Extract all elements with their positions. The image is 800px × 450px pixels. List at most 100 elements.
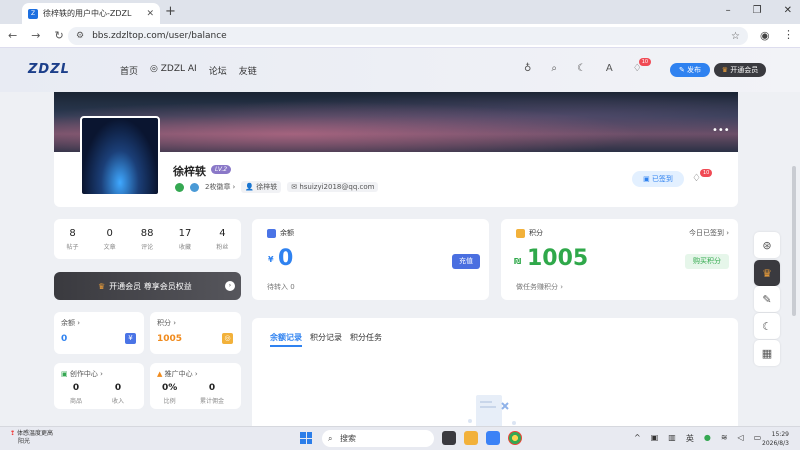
back-icon[interactable]: ←: [8, 29, 17, 42]
tray-app-icon[interactable]: ▥: [668, 433, 676, 444]
creator-center-title: ▣ 创作中心 ›: [61, 370, 103, 378]
close-window-icon[interactable]: ✕: [784, 5, 792, 16]
reload-icon[interactable]: ↻: [54, 29, 63, 42]
avatar[interactable]: [80, 116, 160, 196]
crown-icon[interactable]: ♛: [754, 260, 780, 286]
promo-ratio: 0% 比例: [162, 383, 178, 405]
wallet-icon: [267, 228, 276, 238]
weather-widget[interactable]: ❢ 体感温度更高 阳光: [10, 430, 53, 446]
earn-points-link[interactable]: 做任务赚积分 ›: [516, 282, 563, 292]
minimize-icon[interactable]: –: [726, 5, 731, 16]
search-icon[interactable]: ⌕: [551, 63, 557, 74]
close-tab-icon[interactable]: ✕: [146, 9, 154, 19]
promotion-center-card[interactable]: ▲ 推广中心 › 0% 比例 0 累计佣金: [150, 363, 241, 409]
mini-balance-card[interactable]: 余额 › 0 ¥: [54, 312, 144, 354]
lightbulb-icon[interactable]: ♁: [524, 63, 531, 74]
nickname-chip: 👤 徐梓轶: [241, 181, 282, 193]
browser-menu-icon[interactable]: ⋮: [783, 28, 794, 41]
tray-app-icon[interactable]: ●: [704, 433, 711, 444]
tab-title: 徐梓轶的用户中心-ZDZL: [43, 9, 132, 18]
coins-icon: ◎: [222, 333, 233, 344]
vip-banner[interactable]: ♛ 开通会员 尊享会员权益 ›: [54, 272, 241, 300]
points-amount: 1005: [527, 246, 589, 271]
app-icon[interactable]: [486, 431, 500, 445]
browser-tab[interactable]: Z 徐梓轶的用户中心-ZDZL ✕: [22, 3, 160, 24]
more-options-icon[interactable]: •••: [712, 125, 730, 136]
badges-link[interactable]: 2枚徽章: [205, 182, 230, 192]
start-menu-icon[interactable]: [300, 432, 312, 444]
header-icons: ♁ ⌕ ☾ A ♢ 10: [524, 58, 652, 74]
bookmark-star-icon[interactable]: ☆: [731, 31, 740, 42]
balance-amount: 0: [278, 246, 294, 271]
notification-bell-icon[interactable]: ♢ 10: [633, 58, 652, 74]
tab-points-records[interactable]: 积分记录: [310, 332, 342, 347]
stat-comments[interactable]: 88 评论: [141, 228, 154, 251]
points-title: 积分: [516, 228, 543, 238]
creator-center-card[interactable]: ▣ 创作中心 › 0 商品 0 收入: [54, 363, 144, 409]
stat-articles[interactable]: 0 文章: [104, 228, 116, 251]
buy-points-button[interactable]: 购买积分: [685, 254, 729, 269]
chevron-up-icon[interactable]: ^: [634, 433, 641, 444]
promotion-icon: ▲: [157, 370, 163, 378]
system-clock[interactable]: 15:29 2026/8/3: [762, 430, 789, 448]
stat-posts[interactable]: 8 帖子: [67, 228, 79, 251]
recharge-button[interactable]: 充值: [452, 254, 480, 269]
new-tab-icon[interactable]: +: [165, 4, 176, 19]
publish-button[interactable]: ✎ 发布: [670, 63, 710, 77]
translate-icon[interactable]: A: [606, 63, 613, 74]
tab-points-tasks[interactable]: 积分任务: [350, 332, 382, 347]
empty-state-illustration: [468, 395, 516, 430]
nav-links[interactable]: 友链: [239, 64, 257, 77]
taskbar-search[interactable]: ⌕ 搜索: [322, 430, 434, 447]
medal-icon: [190, 182, 199, 192]
page-scrollbar[interactable]: [792, 166, 796, 316]
email-chip: ✉ hsuizyi2018@qq.com: [287, 182, 379, 192]
creator-income: 0 收入: [112, 383, 125, 405]
ime-indicator[interactable]: 英: [686, 433, 694, 444]
nav-forum[interactable]: 论坛: [209, 64, 227, 77]
tray-app-icon[interactable]: ▣: [651, 433, 659, 444]
mini-points-title: 积分 ›: [157, 319, 177, 327]
ai-assistant-icon[interactable]: ⊛: [754, 232, 780, 258]
edit-pen-icon[interactable]: ✎: [754, 286, 780, 312]
search-icon: ⌕: [328, 434, 333, 443]
mini-points-value: 1005: [157, 334, 183, 344]
promotion-center-title: ▲ 推广中心 ›: [157, 370, 198, 378]
mini-balance-value: 0: [61, 334, 68, 344]
qr-code-icon[interactable]: ▦: [754, 340, 780, 366]
vip-button[interactable]: ♛ 开通会员: [714, 63, 766, 77]
level-badge: LV.2: [211, 165, 232, 174]
profile-meta: 2枚徽章 › 👤 徐梓轶 ✉ hsuizyi2018@qq.com: [175, 181, 379, 193]
signed-in-button[interactable]: ▣ 已签到: [632, 171, 684, 187]
tab-balance-records[interactable]: 余额记录: [270, 332, 302, 347]
dark-mode-icon[interactable]: ☾: [754, 313, 780, 339]
nav-buttons: ← → ↻: [8, 29, 64, 42]
notification-bell-icon[interactable]: ♢ 10: [692, 169, 713, 184]
browser-toolbar: ← → ↻ ⚙ bbs.zdzltop.com/user/balance ☆ ◉…: [0, 24, 800, 48]
signed-today-link[interactable]: 今日已签到 ›: [689, 228, 729, 238]
file-explorer-icon[interactable]: [464, 431, 478, 445]
dark-mode-icon[interactable]: ☾: [577, 63, 586, 74]
task-view-icon[interactable]: [442, 431, 456, 445]
speaker-icon[interactable]: ◁: [738, 433, 744, 444]
profile-icon[interactable]: ◉: [760, 29, 770, 42]
url-text[interactable]: bbs.zdzltop.com/user/balance: [92, 31, 723, 41]
forward-icon[interactable]: →: [31, 29, 40, 42]
creator-icon: ▣: [61, 370, 68, 378]
address-bar[interactable]: ⚙ bbs.zdzltop.com/user/balance ☆: [68, 27, 748, 45]
weather-icon: ❢: [10, 430, 16, 437]
restore-icon[interactable]: ❐: [753, 5, 762, 16]
chrome-icon[interactable]: [508, 431, 522, 445]
stat-followers[interactable]: 4 粉丝: [216, 228, 228, 251]
battery-icon[interactable]: ▭: [754, 433, 762, 444]
wifi-icon[interactable]: ≋: [721, 433, 728, 444]
site-logo[interactable]: ZDZL: [28, 62, 70, 77]
balance-title: 余额: [267, 228, 294, 238]
site-info-icon[interactable]: ⚙: [76, 31, 84, 41]
coins-icon: [516, 228, 525, 238]
notification-badge: 10: [700, 169, 713, 177]
nav-home[interactable]: 首页: [120, 64, 138, 77]
stat-favorites[interactable]: 17 收藏: [179, 228, 192, 251]
mini-points-card[interactable]: 积分 › 1005 ◎: [150, 312, 241, 354]
nav-ai[interactable]: ◎ ZDZL AI: [150, 64, 197, 77]
